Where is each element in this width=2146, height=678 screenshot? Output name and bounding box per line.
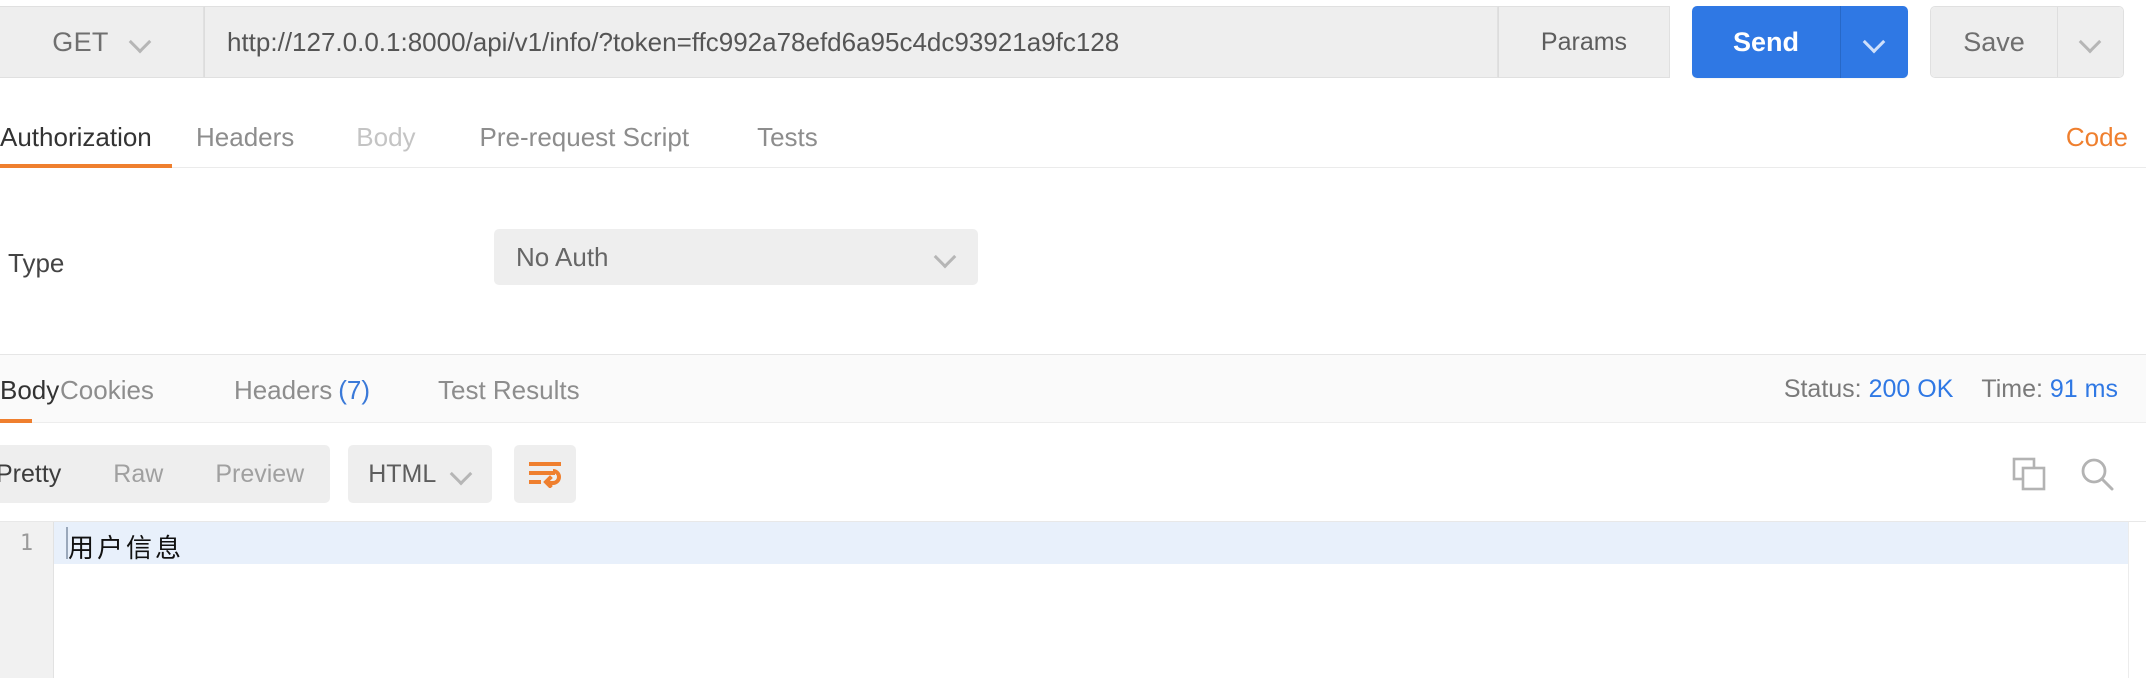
tab-headers[interactable]: Headers [196,104,294,168]
status-value: 200 OK [1868,375,1954,403]
tab-label: Headers [196,122,295,152]
response-tab-test-results[interactable]: Test Results [438,355,580,423]
response-format-group: Pretty Raw Preview [0,445,331,503]
time-value: 91 ms [2049,375,2118,403]
format-pretty-button[interactable]: Pretty [0,445,87,503]
tab-authorization[interactable]: Authorization [0,104,172,168]
chevron-down-icon [936,247,956,267]
word-wrap-toggle[interactable] [514,445,577,503]
send-options-button[interactable] [1840,6,1908,78]
postman-request-response-view: GET http://127.0.0.1:8000/api/v1/info/?t… [0,0,2146,678]
status-indicator: Status: 200 OK [1784,375,1954,404]
tab-label: Test Results [438,375,580,405]
save-options-button[interactable] [2057,7,2123,77]
tab-label: Cookies [60,375,154,405]
auth-type-label: Type [8,248,65,278]
tab-label: Headers [233,375,333,405]
copy-icon [2012,457,2046,491]
line-number-gutter: 1 [0,522,54,678]
active-tab-indicator [0,419,32,423]
request-tab-bar: Authorization Headers Body Pre-request S… [0,104,2146,168]
tab-label: Tests [757,122,818,152]
response-meta: Status: 200 OK Time: 91 ms [1784,355,2118,404]
chevron-down-icon [2081,32,2101,52]
http-method-selector[interactable]: GET [0,6,204,78]
response-actions [2012,457,2114,491]
vertical-scrollbar[interactable] [2128,522,2146,678]
format-raw-button[interactable]: Raw [87,445,189,503]
format-preview-button[interactable]: Preview [189,445,330,503]
auth-type-value: No Auth [516,241,609,272]
response-language-select[interactable]: HTML [348,445,493,503]
time-indicator: Time: 91 ms [1981,375,2118,404]
search-icon [2081,458,2114,491]
headers-count-badge: (7) [338,375,370,405]
tab-label: Pre-request Script [479,122,690,152]
response-tab-headers[interactable]: Headers (7) [234,355,370,423]
save-button-group: Save [1930,6,2124,78]
url-input[interactable]: http://127.0.0.1:8000/api/v1/info/?token… [204,6,1498,78]
send-button[interactable]: Send [1692,6,1840,78]
time-label: Time: [1981,375,2043,403]
send-button-group: Send [1692,6,1908,78]
authorization-panel: Type No Auth [0,168,2146,355]
chevron-down-icon [1865,32,1885,52]
tab-tests[interactable]: Tests [757,104,818,168]
http-method-label: GET [52,26,109,57]
response-tab-cookies[interactable]: Cookies [60,355,154,423]
chevron-down-icon [131,32,151,52]
tab-label: Body [356,122,416,152]
code-link[interactable]: Code [2066,104,2128,153]
word-wrap-icon [529,462,562,488]
response-toolbar: Pretty Raw Preview HTML [0,440,2146,508]
url-bar-row: GET http://127.0.0.1:8000/api/v1/info/?t… [0,6,2146,78]
response-code-area[interactable]: 用户信息 [54,522,2146,678]
tab-pre-request-script[interactable]: Pre-request Script [480,104,690,168]
response-body-viewer: 1 用户信息 [0,521,2146,678]
response-tab-bar: Body Cookies Headers (7) Test Results Sta… [0,355,2146,423]
search-button[interactable] [2080,457,2114,491]
response-body-text: 用户信息 [68,534,185,564]
response-language-label: HTML [368,459,437,488]
tab-label: Body [0,375,60,405]
save-button[interactable]: Save [1931,7,2057,77]
tab-label: Authorization [0,122,152,152]
params-button[interactable]: Params [1498,6,1670,78]
status-label: Status: [1783,375,1862,403]
copy-button[interactable] [2012,457,2046,491]
response-tab-body[interactable]: Body [0,355,59,423]
tab-body[interactable]: Body [356,104,415,168]
auth-type-select[interactable]: No Auth [494,229,978,285]
chevron-down-icon [452,464,472,484]
url-text: http://127.0.0.1:8000/api/v1/info/?token… [227,26,1120,57]
